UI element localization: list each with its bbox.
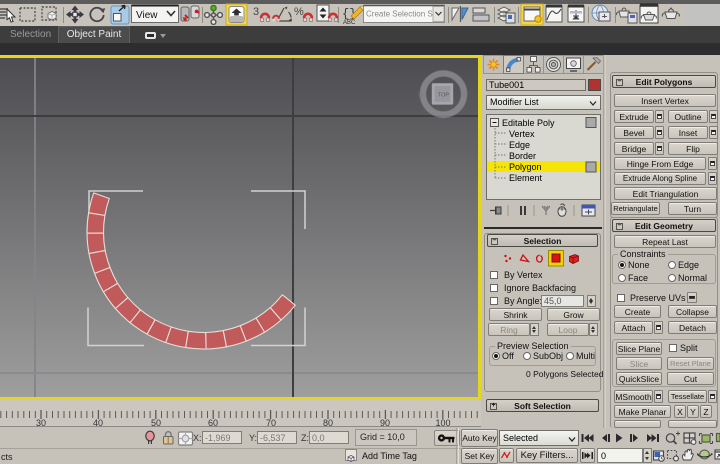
svg-text:Vertex: Vertex <box>509 129 535 139</box>
svg-text:Edge: Edge <box>509 140 530 150</box>
svg-text:Editable Poly: Editable Poly <box>502 118 555 128</box>
svg-text:W: W <box>418 92 425 99</box>
svg-text:50: 50 <box>151 418 161 427</box>
svg-text:TOP: TOP <box>438 92 450 98</box>
svg-text:Polygon: Polygon <box>509 162 542 172</box>
svg-text:Border: Border <box>509 151 536 161</box>
svg-text:90: 90 <box>380 418 390 427</box>
svg-text:N: N <box>441 71 446 78</box>
svg-text:70: 70 <box>266 418 276 427</box>
svg-text:Element: Element <box>509 173 543 183</box>
svg-text:30: 30 <box>36 418 46 427</box>
svg-text:40: 40 <box>93 418 103 427</box>
svg-text:3: 3 <box>253 6 259 18</box>
svg-text:%: % <box>294 6 304 18</box>
svg-text:80: 80 <box>323 418 333 427</box>
svg-text:E: E <box>464 92 469 99</box>
svg-text:60: 60 <box>208 418 218 427</box>
svg-text:View: View <box>136 10 158 21</box>
svg-text:S: S <box>441 114 446 121</box>
svg-text:100: 100 <box>435 418 450 427</box>
svg-text:Create Selection Se: Create Selection Se <box>366 10 438 19</box>
